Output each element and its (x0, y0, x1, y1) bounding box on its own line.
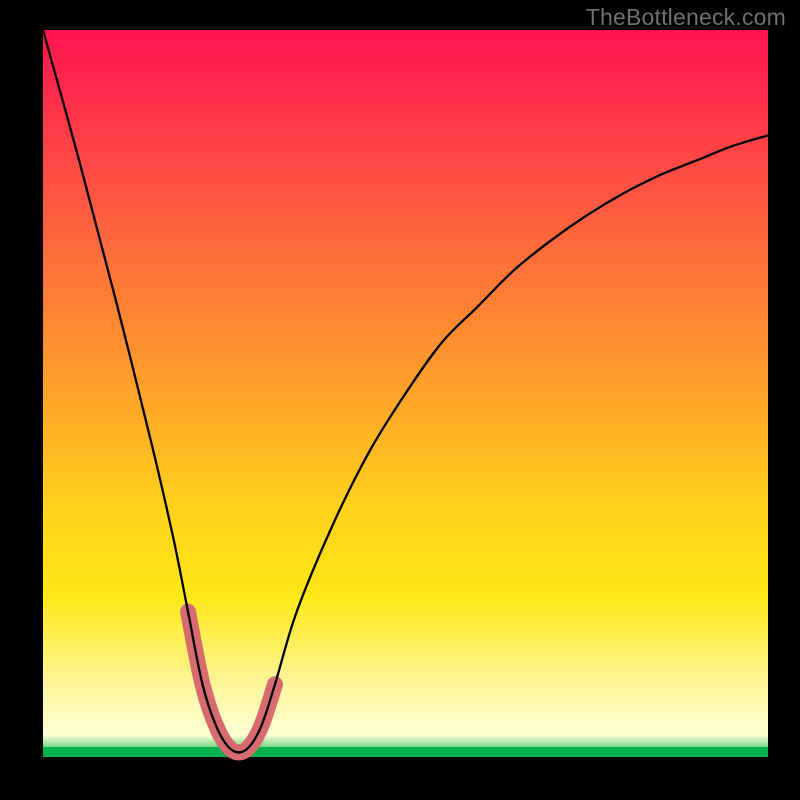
chart-frame: TheBottleneck.com (0, 0, 800, 800)
curve-svg (43, 30, 768, 757)
plot-area (43, 30, 768, 757)
bottleneck-curve-path (43, 30, 768, 752)
watermark-text: TheBottleneck.com (586, 4, 786, 31)
